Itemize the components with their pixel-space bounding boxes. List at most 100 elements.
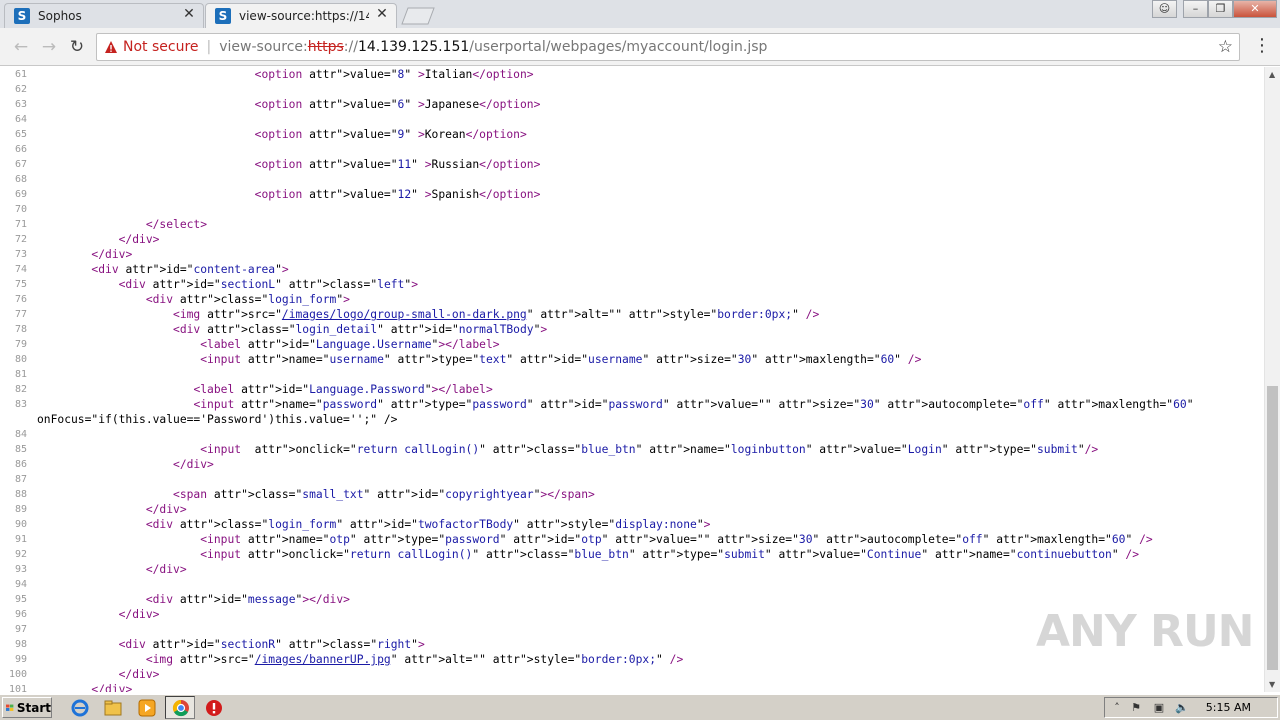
close-tab-icon[interactable]: ✕	[182, 7, 196, 21]
stop-app-icon[interactable]	[205, 699, 223, 717]
bookmark-star-icon[interactable]: ☆	[1218, 38, 1233, 56]
url-prefix: view-source:	[219, 39, 308, 55]
line-code: <input attr">onclick="return callLogin()…	[200, 548, 1140, 561]
line-code: <img attr">src="/images/bannerUP.jpg" at…	[145, 653, 684, 666]
line-code: <div attr">id="content-area">	[91, 263, 289, 276]
clock[interactable]: 5:15 AM	[1206, 701, 1251, 714]
reload-icon[interactable]: ↻	[67, 37, 87, 57]
line-number: 71	[14, 219, 27, 230]
line-number: 97	[14, 624, 27, 635]
source-line: 77 <img attr">src="/images/logo/group-sm…	[0, 307, 1264, 322]
line-number: 95	[14, 594, 27, 605]
minimize-button[interactable]: –	[1183, 0, 1208, 18]
line-number: 91	[14, 534, 27, 545]
line-number: 70	[14, 204, 27, 215]
source-line: 82 <label attr">id="Language.Password"><…	[0, 382, 1264, 397]
address-bar[interactable]: Not secure | view-source: https://14.139.…	[96, 33, 1240, 61]
sophos-favicon-icon: S	[215, 7, 231, 24]
source-line: 63 <option attr">value="6" >Japanese</op…	[0, 97, 1264, 112]
tab-title: Sophos	[38, 8, 82, 23]
source-line: onFocus="if(this.value=='Password')this.…	[0, 412, 1264, 427]
not-secure-label[interactable]: Not secure	[123, 39, 199, 55]
line-code: <option attr">value="8" >Italian</option…	[254, 68, 534, 81]
source-line: 74 <div attr">id="content-area">	[0, 262, 1264, 277]
scrollbar-thumb[interactable]	[1267, 386, 1278, 670]
line-number: 79	[14, 339, 27, 350]
browser-menu-icon[interactable]: ⋮	[1253, 37, 1271, 57]
source-line: 72 </div>	[0, 232, 1264, 247]
line-number: 66	[14, 144, 27, 155]
source-line: 71 </select>	[0, 217, 1264, 232]
line-number: 69	[14, 189, 27, 200]
line-number: 61	[14, 69, 27, 80]
omnibox-separator: |	[206, 39, 212, 55]
line-code: <img attr">src="/images/logo/group-small…	[173, 308, 820, 321]
source-line: 85 <input attr">onclick="return callLogi…	[0, 442, 1264, 457]
line-number: 86	[14, 459, 27, 470]
line-code: <input attr">name="username" attr">type=…	[200, 353, 922, 366]
forward-arrow-icon[interactable]: →	[39, 37, 59, 57]
line-number: 75	[14, 279, 27, 290]
line-code: </div>	[173, 458, 214, 471]
line-number: 72	[14, 234, 27, 245]
source-line: 83 <input attr">name="password" attr">ty…	[0, 397, 1264, 412]
line-number: 80	[14, 354, 27, 365]
line-code: </div>	[145, 563, 187, 576]
line-code: <option attr">value="12" >Spanish</optio…	[254, 188, 541, 201]
source-line: 93 </div>	[0, 562, 1264, 577]
source-line: 67 <option attr">value="11" >Russian</op…	[0, 157, 1264, 172]
line-number: 68	[14, 174, 27, 185]
line-number: 101	[8, 684, 27, 692]
line-number: 73	[14, 249, 27, 260]
line-code: </div>	[91, 248, 133, 261]
media-player-icon[interactable]	[138, 699, 156, 717]
source-line: 81	[0, 367, 1264, 382]
line-number: 84	[14, 429, 27, 440]
line-number: 93	[14, 564, 27, 575]
sophos-favicon-icon: S	[14, 7, 30, 24]
line-code: <div attr">id="sectionR" attr">class="ri…	[118, 638, 425, 651]
source-line: 69 <option attr">value="12" >Spanish</op…	[0, 187, 1264, 202]
tab-view-source[interactable]: S view-source:https://14.139 ✕	[205, 3, 397, 28]
source-line: 92 <input attr">onclick="return callLogi…	[0, 547, 1264, 562]
line-code: </select>	[145, 218, 208, 231]
vertical-scrollbar[interactable]: ▲ ▼	[1264, 67, 1280, 692]
network-icon[interactable]: ▣	[1152, 701, 1166, 715]
tab-sophos[interactable]: S Sophos ✕	[4, 3, 204, 28]
source-line: 80 <input attr">name="username" attr">ty…	[0, 352, 1264, 367]
line-code: <span attr">class="small_txt" attr">id="…	[173, 488, 595, 501]
source-line: 76 <div attr">class="login_form">	[0, 292, 1264, 307]
scroll-up-icon[interactable]: ▲	[1269, 70, 1275, 79]
internet-explorer-icon[interactable]	[71, 699, 89, 717]
close-tab-icon[interactable]: ✕	[375, 7, 389, 21]
chrome-taskbar-button[interactable]	[165, 696, 195, 719]
source-line: 66	[0, 142, 1264, 157]
source-line: 101 </div>	[0, 682, 1264, 692]
url-path: /userportal/webpages/myaccount/login.jsp	[469, 39, 768, 55]
line-number: 64	[14, 114, 27, 125]
anyrun-watermark: ANY RUN	[1036, 606, 1254, 657]
user-profile-icon[interactable]: ☺	[1152, 0, 1177, 18]
source-line: 64	[0, 112, 1264, 127]
volume-icon[interactable]: 🔈	[1175, 701, 1189, 715]
line-code: </div>	[145, 503, 187, 516]
scroll-down-icon[interactable]: ▼	[1269, 680, 1275, 689]
start-button[interactable]: Start	[2, 697, 52, 718]
close-window-button[interactable]: ✕	[1233, 0, 1277, 18]
source-line: 78 <div attr">class="login_detail" attr"…	[0, 322, 1264, 337]
line-code: <input attr">name="password" attr">type=…	[193, 398, 1194, 411]
back-arrow-icon[interactable]: ←	[11, 37, 31, 57]
source-line: 68	[0, 172, 1264, 187]
source-line: 65 <option attr">value="9" >Korean</opti…	[0, 127, 1264, 142]
new-tab-button[interactable]	[400, 7, 436, 25]
restore-button[interactable]: ❐	[1208, 0, 1233, 18]
file-explorer-icon[interactable]	[104, 699, 122, 717]
source-line: 88 <span attr">class="small_txt" attr">i…	[0, 487, 1264, 502]
line-number: 83	[14, 399, 27, 410]
show-hidden-icons-icon[interactable]: ˄	[1110, 701, 1124, 715]
action-center-flag-icon[interactable]: ⚑	[1129, 701, 1143, 715]
line-code: <div attr">id="message"></div>	[145, 593, 350, 606]
line-number: 98	[14, 639, 27, 650]
system-tray: ˄ ⚑ ▣ 🔈 5:15 AM	[1104, 697, 1278, 718]
line-number: 67	[14, 159, 27, 170]
